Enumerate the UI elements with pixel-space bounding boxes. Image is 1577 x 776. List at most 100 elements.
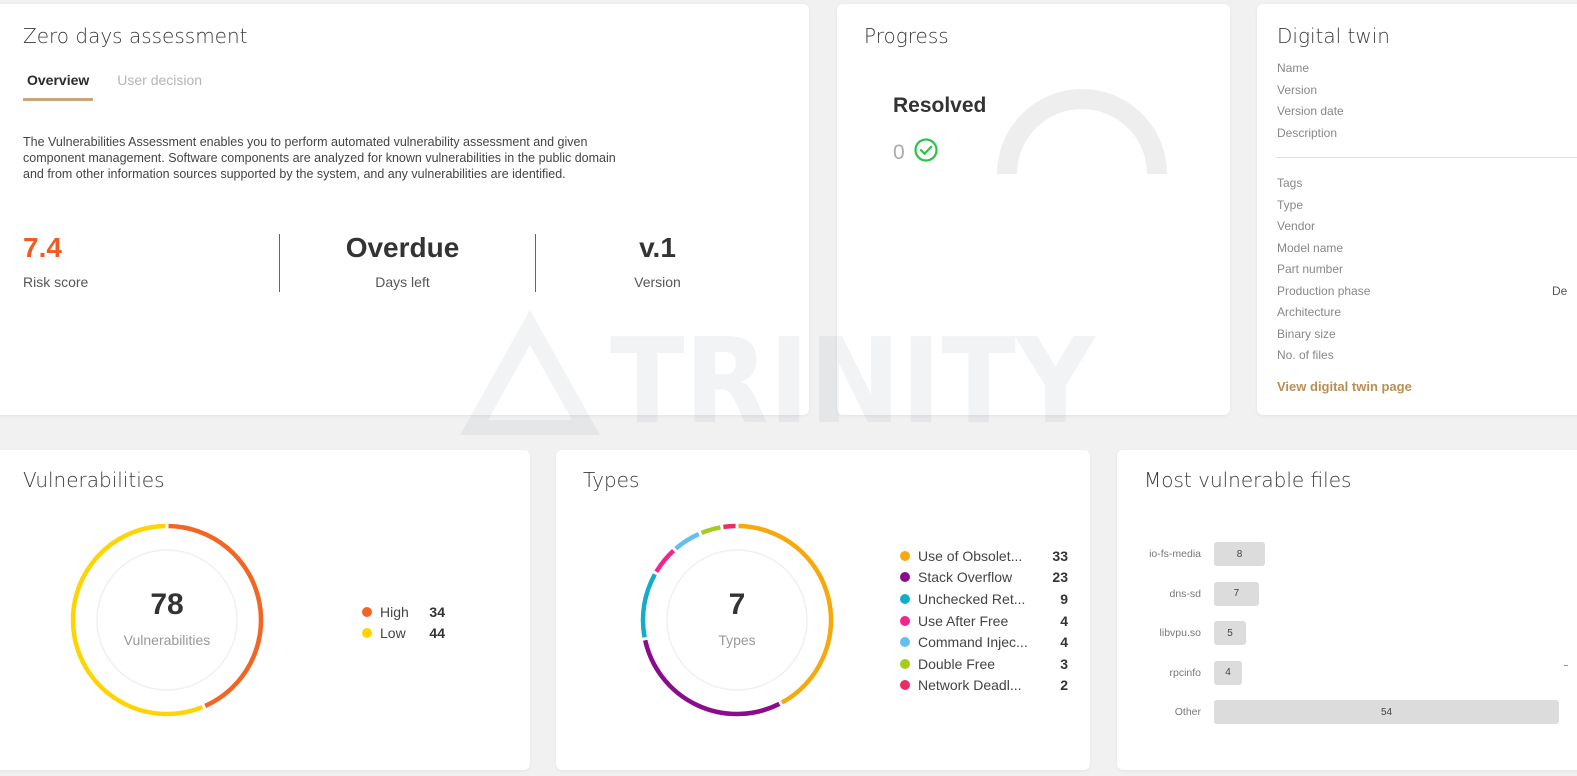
twin-divider [1277, 157, 1577, 158]
twin-field-production-phase: Production phase [1277, 284, 1371, 298]
digital-twin-title: Digital twin [1277, 24, 1390, 48]
progress-card: Progress Resolved 0 [837, 4, 1230, 415]
resolved-label: Resolved [893, 94, 987, 117]
vulnerabilities-legend-label: High [380, 603, 409, 620]
types-legend-dot [900, 615, 910, 626]
types-legend-item[interactable]: Command Injec... 4 [900, 631, 1068, 653]
days-left-value: Overdue [345, 232, 460, 263]
types-card: Types 7 Types Use of Obsolet... 33 Stack O… [556, 450, 1090, 770]
types-legend-dot [900, 680, 910, 691]
resolved-value: 0 [893, 141, 905, 164]
twin-field-version: Version [1277, 83, 1318, 97]
twin-field-tags: Tags [1277, 176, 1303, 190]
twin-field-vendor: Vendor [1277, 219, 1316, 233]
types-slice-3[interactable] [654, 548, 676, 573]
types-legend-value: 9 [1060, 590, 1068, 607]
types-legend-item[interactable]: Stack Overflow 23 [900, 567, 1068, 589]
file-bar[interactable]: 8 [1214, 542, 1266, 566]
risk-score-stat: 7.4 Risk score [23, 232, 88, 290]
twin-field-description: Description [1277, 126, 1338, 140]
zero-days-card: Zero days assessment Overview User decis… [0, 4, 809, 415]
types-legend-item[interactable]: Use of Obsolet... 33 [900, 545, 1068, 567]
progress-title: Progress [864, 24, 949, 48]
types-legend-dot [900, 572, 910, 583]
types-slice-4[interactable] [674, 532, 700, 551]
types-legend: Use of Obsolet... 33 Stack Overflow 23 Unche… [900, 545, 1068, 696]
types-legend-item[interactable]: Unchecked Ret... 9 [900, 588, 1068, 610]
types-legend-label: Command Injec... [918, 634, 1028, 651]
twin-field-name: Name [1277, 61, 1310, 75]
file-bar[interactable]: 54 [1214, 700, 1559, 724]
twin-field-binary-size: Binary size [1277, 327, 1336, 341]
vulnerabilities-legend-item[interactable]: Low 44 [362, 623, 445, 645]
file-bar-row: libvpu.so 5 [1117, 621, 1246, 645]
assessment-tabs: Overview User decision [23, 70, 206, 101]
types-legend-label: Use After Free [918, 612, 1009, 629]
types-legend-value: 3 [1060, 655, 1068, 672]
types-center: 7 Types [662, 588, 812, 648]
types-legend-label: Use of Obsolet... [918, 547, 1023, 564]
chart-tick [1564, 665, 1568, 666]
assessment-description: The Vulnerabilities Assessment enables y… [23, 135, 616, 181]
types-legend-item[interactable]: Use After Free 4 [900, 610, 1068, 632]
types-slice-6[interactable] [723, 523, 736, 530]
types-legend-item[interactable]: Network Deadl... 2 [900, 675, 1068, 697]
check-circle-icon [913, 137, 939, 169]
types-legend-value: 4 [1060, 612, 1068, 629]
types-total-label: Types [718, 632, 756, 648]
vulnerabilities-legend-value: 44 [429, 625, 445, 642]
tab-user-decision[interactable]: User decision [113, 70, 206, 101]
file-bar[interactable]: 5 [1214, 621, 1246, 645]
risk-score-label: Risk score [23, 274, 89, 290]
vulnerabilities-legend-dot [362, 628, 372, 639]
vulnerabilities-center: 78 Vulnerabilities [92, 588, 242, 648]
vulnerabilities-legend-dot [362, 606, 372, 617]
progress-gauge [997, 89, 1167, 175]
production-phase-value: De [1552, 284, 1568, 298]
types-title: Types [583, 468, 640, 492]
file-bar[interactable]: 7 [1214, 581, 1259, 606]
vulnerabilities-legend-label: Low [380, 625, 406, 642]
days-left-label: Days left [375, 274, 430, 290]
types-slice-5[interactable] [700, 525, 721, 536]
types-legend-value: 23 [1052, 569, 1068, 586]
digital-twin-card: Digital twin Name Version Version date D… [1257, 4, 1577, 415]
twin-field-architecture: Architecture [1277, 305, 1342, 319]
types-legend-item[interactable]: Double Free 3 [900, 653, 1068, 675]
file-bar-row: io-fs-media 8 [1117, 542, 1266, 566]
view-digital-twin-link[interactable]: View digital twin page [1277, 379, 1412, 394]
types-legend-dot [900, 550, 910, 561]
file-bar-label: rpcinfo [1169, 666, 1201, 679]
vulnerabilities-total-label: Vulnerabilities [123, 632, 211, 648]
file-bar-row: Other 54 [1117, 700, 1559, 724]
version-stat: v.1 Version [535, 232, 780, 290]
twin-field-version-date: Version date [1277, 104, 1344, 118]
resolved-count: 0 [893, 137, 939, 169]
days-left-stat: Overdue Days left [280, 232, 525, 290]
twin-field-type: Type [1277, 198, 1304, 212]
file-bar-row: rpcinfo 4 [1117, 660, 1242, 685]
twin-field-part-number: Part number [1277, 262, 1344, 276]
files-title: Most vulnerable files [1144, 468, 1352, 492]
file-bar[interactable]: 4 [1214, 660, 1242, 685]
file-bar-row: dns-sd 7 [1117, 581, 1259, 606]
types-legend-label: Network Deadl... [918, 677, 1022, 694]
vulnerabilities-legend-item[interactable]: High 34 [362, 601, 445, 623]
types-legend-dot [900, 637, 910, 648]
types-legend-label: Unchecked Ret... [918, 590, 1026, 607]
types-legend-dot [900, 658, 910, 669]
vulnerabilities-title: Vulnerabilities [23, 468, 165, 492]
tab-overview[interactable]: Overview [23, 70, 94, 101]
file-bar-label: libvpu.so [1159, 627, 1201, 639]
types-total: 7 [728, 588, 746, 621]
zero-days-title: Zero days assessment [23, 24, 248, 48]
vulnerabilities-total: 78 [150, 588, 184, 621]
types-legend-label: Stack Overflow [918, 569, 1013, 586]
most-vulnerable-files-card: Most vulnerable files io-fs-media 8 dns-sd… [1117, 450, 1577, 770]
vulnerabilities-legend-value: 34 [429, 603, 445, 620]
types-legend-value: 33 [1052, 547, 1068, 564]
types-legend-dot [900, 593, 910, 604]
types-slice-2[interactable] [640, 573, 657, 638]
risk-score-value: 7.4 [23, 232, 62, 263]
twin-field-model-name: Model name [1277, 241, 1344, 255]
